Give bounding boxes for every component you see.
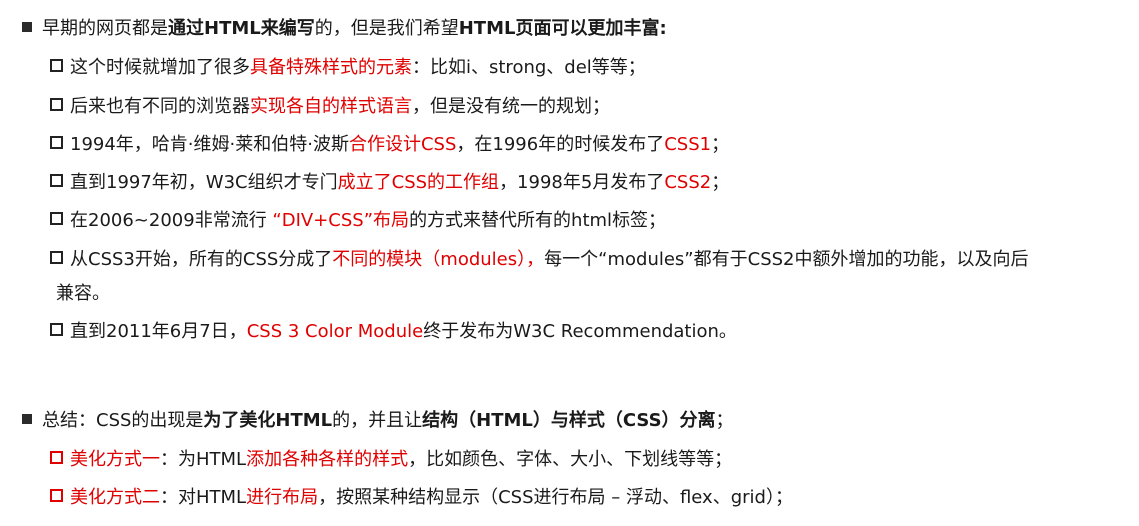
list-item: 美化方式一：为HTML添加各种各样的样式，比如颜色、字体、大小、下划线等等； bbox=[50, 448, 732, 472]
item-text: ； bbox=[711, 134, 730, 155]
heading-text: ； bbox=[715, 410, 734, 431]
item-highlight: CSS 3 Color Module bbox=[246, 321, 424, 342]
heading-bold-text: 为了美化HTML bbox=[203, 410, 333, 431]
square-bullet-icon bbox=[22, 22, 32, 32]
item-highlight: 不同的模块（modules）， bbox=[332, 249, 545, 270]
item-text: ，但是没有统一的规划； bbox=[412, 96, 610, 117]
list-item: 这个时候就增加了很多具备特殊样式的元素：比如i、strong、del等等； bbox=[50, 56, 646, 80]
item-text: ：为HTML bbox=[160, 449, 247, 470]
item-text: 直到2011年6月7日， bbox=[70, 321, 247, 342]
hollow-square-bullet-icon bbox=[50, 136, 63, 149]
item-highlight: CSS1 bbox=[664, 134, 712, 155]
list-item: 1994年，哈肯·维姆·莱和伯特·波斯合作设计CSS，在1996年的时候发布了C… bbox=[50, 133, 729, 157]
item-highlight: 合作设计CSS bbox=[348, 134, 457, 155]
hollow-square-bullet-icon bbox=[50, 489, 63, 502]
item-highlight: 美化方式二 bbox=[70, 487, 160, 508]
list-item: 从CSS3开始，所有的CSS分成了不同的模块（modules），每一个“modu… bbox=[50, 248, 1029, 272]
item-text: ：比如i、strong、del等等； bbox=[412, 57, 646, 78]
item-text: 的方式来替代所有的html标签； bbox=[409, 210, 667, 231]
hollow-square-bullet-icon bbox=[50, 251, 63, 264]
item-highlight: 具备特殊样式的元素 bbox=[250, 57, 412, 78]
list-item: 直到1997年初，W3C组织才专门成立了CSS的工作组，1998年5月发布了CS… bbox=[50, 171, 729, 195]
hollow-square-bullet-icon bbox=[50, 174, 63, 187]
item-highlight: 美化方式一 bbox=[70, 449, 160, 470]
list-item: 美化方式二：对HTML进行布局，按照某种结构显示（CSS进行布局 – 浮动、fl… bbox=[50, 486, 793, 510]
item-text: 在2006~2009非常流行 bbox=[70, 210, 273, 231]
heading-text: 早期的网页都是 bbox=[42, 18, 168, 39]
item-text: 每一个“modules”都有于CSS2中额外增加的功能，以及向后 bbox=[544, 249, 1029, 270]
item-highlight: 成立了CSS的工作组 bbox=[337, 172, 500, 193]
section1-heading: 早期的网页都是通过HTML来编写的，但是我们希望HTML页面可以更加丰富: bbox=[22, 17, 667, 41]
item-highlight: 实现各自的样式语言 bbox=[250, 96, 412, 117]
item-text: ，比如颜色、字体、大小、下划线等等； bbox=[408, 449, 733, 470]
hollow-square-bullet-icon bbox=[50, 323, 63, 336]
item-highlight: 添加各种各样的样式 bbox=[246, 449, 409, 470]
item-text: ：对HTML bbox=[160, 487, 247, 508]
heading-bold-text: 结构（HTML）与样式（CSS）分离 bbox=[422, 410, 716, 431]
hollow-square-bullet-icon bbox=[50, 98, 63, 111]
item-text: 兼容。 bbox=[56, 283, 110, 304]
item-text: 后来也有不同的浏览器 bbox=[70, 96, 250, 117]
heading-text: 总结：CSS的出现是 bbox=[42, 410, 204, 431]
heading-bold-text: HTML页面可以更加丰富: bbox=[458, 18, 667, 39]
hollow-square-bullet-icon bbox=[50, 212, 63, 225]
list-item: 后来也有不同的浏览器实现各自的样式语言，但是没有统一的规划； bbox=[50, 95, 610, 119]
item-text: 直到1997年初，W3C组织才专门 bbox=[70, 172, 338, 193]
square-bullet-icon bbox=[22, 414, 32, 424]
item-text: 终于发布为W3C Recommendation。 bbox=[423, 321, 737, 342]
hollow-square-bullet-icon bbox=[50, 59, 63, 72]
item-text: ，在1996年的时候发布了 bbox=[456, 134, 665, 155]
list-item-continuation: 兼容。 bbox=[56, 282, 110, 306]
item-text: 这个时候就增加了很多 bbox=[70, 57, 250, 78]
section2-heading: 总结：CSS的出现是为了美化HTML的，并且让结构（HTML）与样式（CSS）分… bbox=[22, 409, 734, 433]
item-text: ，按照某种结构显示（CSS进行布局 – 浮动、flex、grid）； bbox=[318, 487, 793, 508]
heading-text: 的，并且让 bbox=[332, 410, 423, 431]
list-item: 在2006~2009非常流行 “DIV+CSS”布局的方式来替代所有的html标… bbox=[50, 209, 666, 233]
item-text: ，1998年5月发布了 bbox=[499, 172, 665, 193]
item-text: 从CSS3开始，所有的CSS分成了 bbox=[70, 249, 333, 270]
heading-text: 的，但是我们希望 bbox=[314, 18, 459, 39]
item-highlight: CSS2 bbox=[664, 172, 712, 193]
item-highlight: “DIV+CSS”布局 bbox=[272, 210, 410, 231]
item-text: ； bbox=[711, 172, 730, 193]
list-item: 直到2011年6月7日，CSS 3 Color Module终于发布为W3C R… bbox=[50, 320, 737, 344]
item-text: 1994年，哈肯·维姆·莱和伯特·波斯 bbox=[70, 134, 349, 155]
heading-bold-text: 通过HTML来编写 bbox=[168, 18, 315, 39]
item-highlight: 进行布局 bbox=[246, 487, 319, 508]
hollow-square-bullet-icon bbox=[50, 451, 63, 464]
